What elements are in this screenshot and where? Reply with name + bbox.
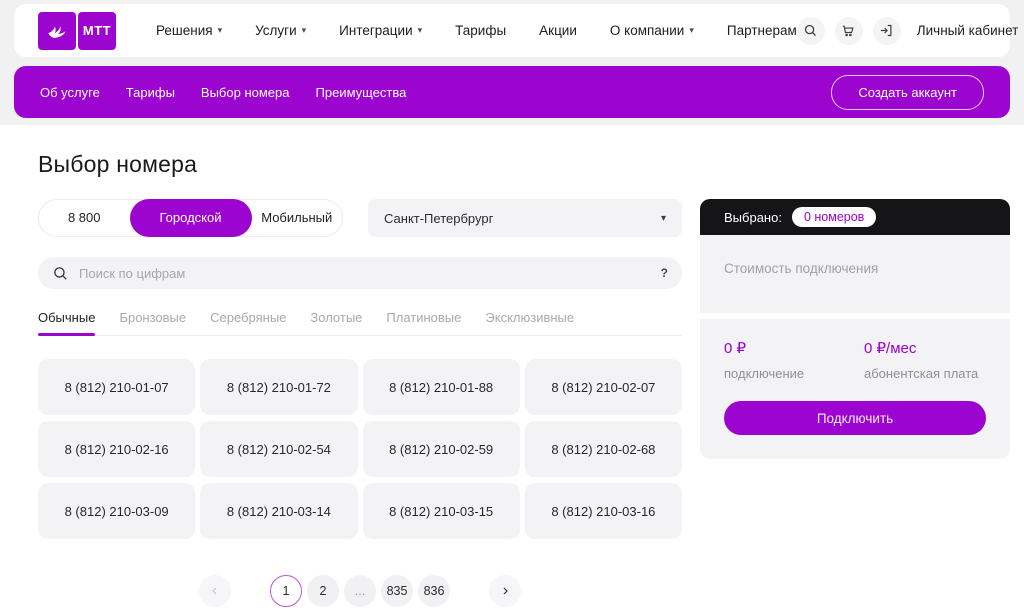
nav-item-services[interactable]: Услуги▾	[255, 23, 306, 38]
category-tabs: Обычные Бронзовые Серебряные Золотые Пла…	[38, 310, 682, 336]
pagination-page-2[interactable]: 2	[307, 575, 339, 607]
subnav-item-about-service[interactable]: Об услуге	[40, 85, 100, 100]
chevron-down-icon: ▾	[661, 213, 666, 224]
chevron-down-icon: ▾	[418, 25, 423, 36]
create-account-button[interactable]: Создать аккаунт	[831, 75, 984, 110]
connect-button[interactable]: Подключить	[724, 401, 986, 435]
subnav-item-tariffs[interactable]: Тарифы	[126, 85, 175, 100]
logo-text: МТТ	[78, 12, 116, 50]
nav-item-about[interactable]: О компании▾	[610, 23, 694, 38]
phone-number-card[interactable]: 8 (812) 210-01-88	[363, 359, 520, 415]
pagination: 1 2 ... 835 836	[38, 575, 682, 607]
service-subnav: Об услуге Тарифы Выбор номера Преимущест…	[14, 66, 1010, 118]
setup-price-label: подключение	[724, 366, 864, 381]
phone-number-card[interactable]: 8 (812) 210-03-15	[363, 483, 520, 539]
price-summary-section: 0 ₽ 0 ₽/мес подключение абонентская плат…	[700, 319, 1010, 459]
phone-number-card[interactable]: 8 (812) 210-03-09	[38, 483, 195, 539]
pagination-prev-button[interactable]	[199, 575, 231, 607]
cart-icon	[841, 23, 856, 38]
cart-button[interactable]	[835, 17, 863, 45]
phone-number-card[interactable]: 8 (812) 210-02-07	[525, 359, 682, 415]
subnav-item-benefits[interactable]: Преимущества	[316, 85, 407, 100]
nav-item-promos[interactable]: Акции	[539, 23, 577, 38]
chevron-down-icon: ▾	[302, 25, 307, 36]
phone-number-card[interactable]: 8 (812) 210-02-54	[200, 421, 357, 477]
phone-numbers-grid: 8 (812) 210-01-07 8 (812) 210-01-72 8 (8…	[38, 359, 682, 539]
pagination-ellipsis[interactable]: ...	[344, 575, 376, 607]
selection-panel-header: Выбрано: 0 номеров	[700, 199, 1010, 235]
login-button[interactable]	[873, 17, 901, 45]
tab-mobile[interactable]: Мобильный	[252, 200, 343, 236]
category-tab-gold[interactable]: Золотые	[310, 310, 362, 335]
numbers-column: 8 800 Городской Мобильный Санкт-Петербру…	[38, 199, 682, 607]
account-link[interactable]: Личный кабинет	[917, 23, 1019, 38]
phone-number-card[interactable]: 8 (812) 210-03-14	[200, 483, 357, 539]
nav-item-tariffs[interactable]: Тарифы	[455, 23, 506, 38]
nav-item-integrations[interactable]: Интеграции▾	[339, 23, 422, 38]
phone-number-card[interactable]: 8 (812) 210-02-59	[363, 421, 520, 477]
search-help-icon[interactable]: ?	[661, 266, 668, 280]
pagination-next-button[interactable]	[489, 575, 521, 607]
phone-number-card[interactable]: 8 (812) 210-01-07	[38, 359, 195, 415]
main-content: Выбор номера 8 800 Городской Мобильный С…	[0, 125, 1024, 607]
category-tab-platinum[interactable]: Платиновые	[386, 310, 461, 335]
number-type-tabs: 8 800 Городской Мобильный	[38, 199, 343, 237]
page-title: Выбор номера	[38, 151, 1010, 178]
monthly-price: 0 ₽/мес	[864, 339, 986, 357]
digit-search: ?	[38, 257, 682, 289]
search-button[interactable]	[797, 17, 825, 45]
login-icon	[879, 23, 894, 38]
search-icon	[803, 23, 818, 38]
subnav-item-number-select[interactable]: Выбор номера	[201, 85, 290, 100]
chevron-down-icon: ▾	[689, 25, 694, 36]
tab-8800[interactable]: 8 800	[39, 200, 130, 236]
phone-number-card[interactable]: 8 (812) 210-02-68	[525, 421, 682, 477]
monthly-price-label: абонентская плата	[864, 366, 986, 381]
nav-item-partners[interactable]: Партнерам	[727, 23, 797, 38]
chevron-left-icon	[209, 585, 221, 597]
city-select[interactable]: Санкт-Петербрург ▾	[368, 199, 682, 237]
nav-item-solutions[interactable]: Решения▾	[156, 23, 222, 38]
pagination-page-1[interactable]: 1	[270, 575, 302, 607]
digit-search-input[interactable]	[79, 266, 651, 281]
header-actions: Личный кабинет	[797, 17, 1019, 45]
category-tab-silver[interactable]: Серебряные	[210, 310, 286, 335]
search-icon	[52, 265, 69, 282]
selection-panel: Выбрано: 0 номеров Стоимость подключения…	[700, 199, 1010, 607]
top-strip: МТТ Решения▾ Услуги▾ Интеграции▾ Тарифы …	[0, 0, 1024, 125]
main-nav: Решения▾ Услуги▾ Интеграции▾ Тарифы Акци…	[156, 23, 797, 38]
category-tab-exclusive[interactable]: Эксклюзивные	[485, 310, 574, 335]
pagination-pages: 1 2 ... 835 836	[270, 575, 450, 607]
connection-cost-section: Стоимость подключения	[700, 235, 1010, 313]
main-header: МТТ Решения▾ Услуги▾ Интеграции▾ Тарифы …	[14, 4, 1010, 57]
chevron-down-icon: ▾	[218, 25, 223, 36]
pagination-page-835[interactable]: 835	[381, 575, 413, 607]
tab-city[interactable]: Городской	[130, 199, 252, 237]
phone-number-card[interactable]: 8 (812) 210-02-16	[38, 421, 195, 477]
chevron-right-icon	[499, 585, 511, 597]
category-tab-regular[interactable]: Обычные	[38, 310, 95, 335]
phone-number-card[interactable]: 8 (812) 210-01-72	[200, 359, 357, 415]
bird-icon	[38, 12, 76, 50]
selected-count-badge: 0 номеров	[792, 207, 876, 227]
city-select-value: Санкт-Петербрург	[384, 211, 493, 226]
connection-cost-title: Стоимость подключения	[724, 261, 878, 276]
setup-price: 0 ₽	[724, 339, 864, 357]
phone-number-card[interactable]: 8 (812) 210-03-16	[525, 483, 682, 539]
pagination-page-836[interactable]: 836	[418, 575, 450, 607]
selected-label: Выбрано:	[724, 210, 782, 225]
mtt-logo[interactable]: МТТ	[38, 12, 116, 50]
category-tab-bronze[interactable]: Бронзовые	[119, 310, 186, 335]
